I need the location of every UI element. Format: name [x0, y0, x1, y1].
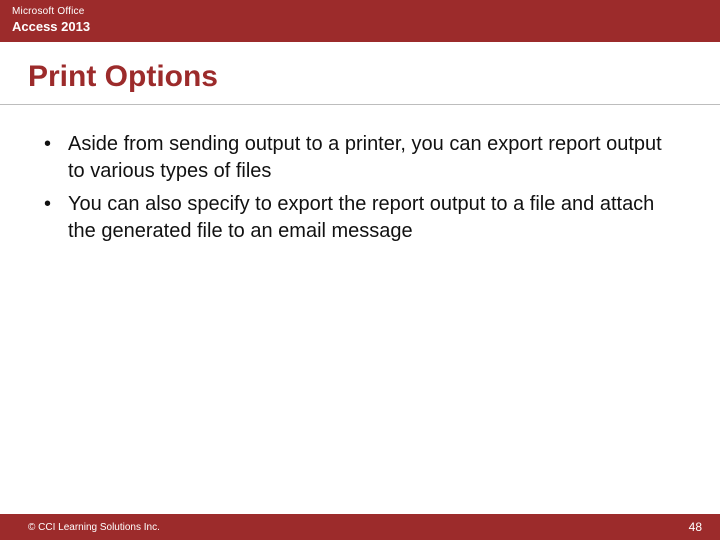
- list-item: Aside from sending output to a printer, …: [40, 131, 680, 185]
- header-bar: Microsoft Office Access 2013: [0, 0, 720, 42]
- bullet-list: Aside from sending output to a printer, …: [40, 131, 680, 245]
- body-content: Aside from sending output to a printer, …: [0, 105, 720, 245]
- page-number: 48: [689, 520, 702, 534]
- copyright-label: © CCI Learning Solutions Inc.: [28, 522, 160, 533]
- slide: { "header": { "brand": "Microsoft Office…: [0, 0, 720, 540]
- page-title: Print Options: [0, 42, 720, 100]
- product-label: Access 2013: [12, 19, 708, 34]
- footer-bar: © CCI Learning Solutions Inc. 48: [0, 514, 720, 540]
- brand-label: Microsoft Office: [12, 6, 708, 17]
- list-item: You can also specify to export the repor…: [40, 191, 680, 245]
